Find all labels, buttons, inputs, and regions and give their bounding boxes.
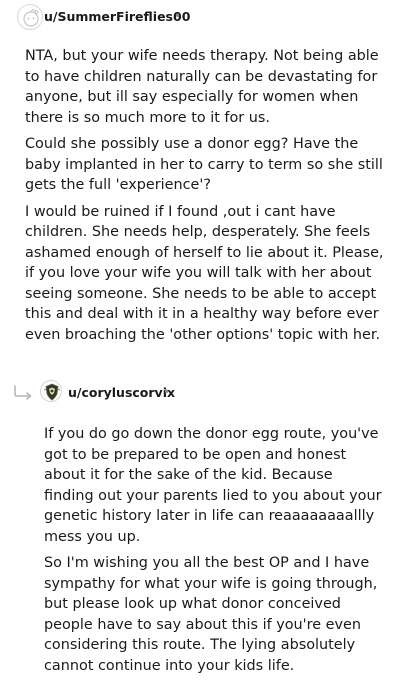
- comment-body: NTA, but your wife needs therapy. Not be…: [25, 46, 385, 351]
- comment-body: If you do go down the donor egg route, y…: [44, 424, 384, 682]
- comment-paragraph: I would be ruined if I found ,out i cant…: [25, 203, 384, 343]
- comment-header: u/coryluscorvix •: [0, 374, 400, 408]
- separator-dot: •: [174, 9, 182, 23]
- comment-paragraph: NTA, but your wife needs therapy. Not be…: [25, 48, 379, 126]
- reddit-default-avatar-icon[interactable]: [17, 4, 43, 30]
- comment-paragraph: So I'm wishing you all the best OP and I…: [44, 555, 378, 674]
- comment-paragraph: If you do go down the donor egg route, y…: [44, 426, 382, 545]
- comment-summerfireflies00: u/SummerFireflies00 • NTA, but your wife…: [0, 0, 400, 343]
- reply-arrow-icon: [14, 385, 32, 400]
- separator-dot: •: [163, 385, 171, 399]
- comment-coryluscorvix: u/coryluscorvix • If you do go down the …: [0, 374, 400, 674]
- comment-paragraph: Could she possibly use a donor egg? Have…: [25, 136, 383, 193]
- comment-username[interactable]: u/SummerFireflies00: [44, 9, 190, 24]
- comment-username[interactable]: u/coryluscorvix: [68, 385, 175, 400]
- comment-header: u/SummerFireflies00 •: [0, 0, 400, 34]
- crest-avatar-icon[interactable]: [40, 380, 62, 402]
